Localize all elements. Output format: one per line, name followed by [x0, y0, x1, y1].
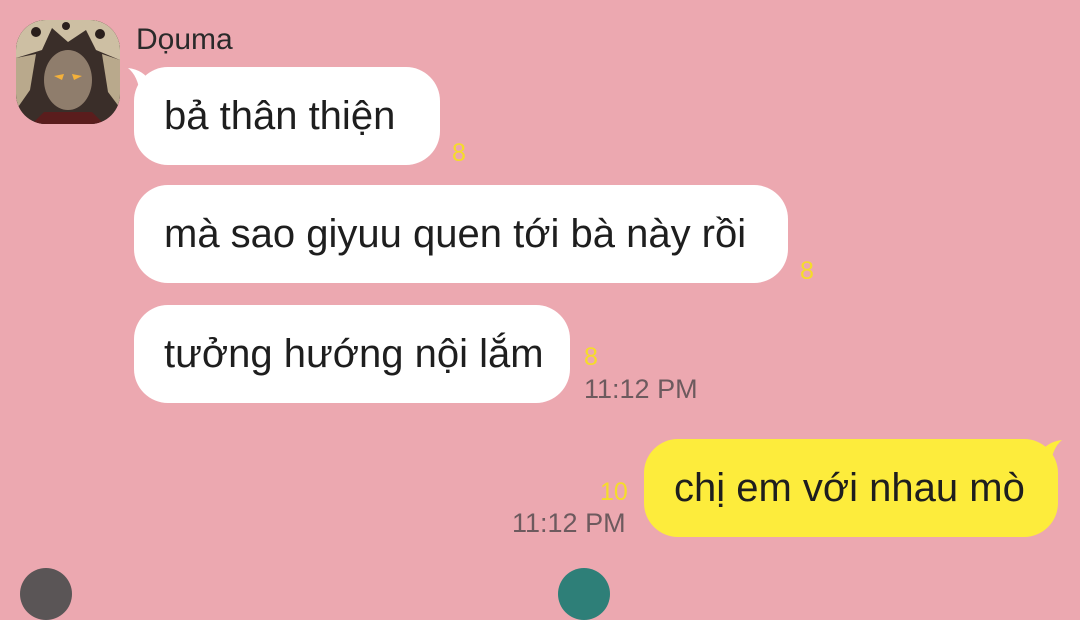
message-text: chị em với nhau mò [674, 465, 1025, 510]
avatar-image [16, 20, 120, 124]
unread-count: 10 [600, 478, 628, 506]
message-bubble-incoming[interactable]: mà sao giyuu quen tới bà này rồi [134, 185, 788, 283]
unread-count: 8 [452, 139, 466, 167]
message-timestamp: 11:12 PM [512, 508, 626, 538]
message-timestamp: 11:12 PM [584, 374, 698, 404]
message-bubble-incoming[interactable]: tưởng hướng nội lắm [134, 305, 570, 403]
message-text: bả thân thiện [164, 93, 396, 138]
unread-count: 8 [584, 343, 598, 371]
message-text: mà sao giyuu quen tới bà này rồi [164, 211, 747, 256]
message-text: tưởng hướng nội lắm [164, 331, 544, 376]
sender-avatar[interactable] [16, 20, 120, 124]
message-bubble-incoming[interactable]: bả thân thiện [134, 67, 440, 165]
unread-count: 8 [800, 257, 814, 285]
sender-name: Dọuma [136, 23, 233, 56]
message-bubble-outgoing[interactable]: chị em với nhau mò [644, 439, 1058, 537]
